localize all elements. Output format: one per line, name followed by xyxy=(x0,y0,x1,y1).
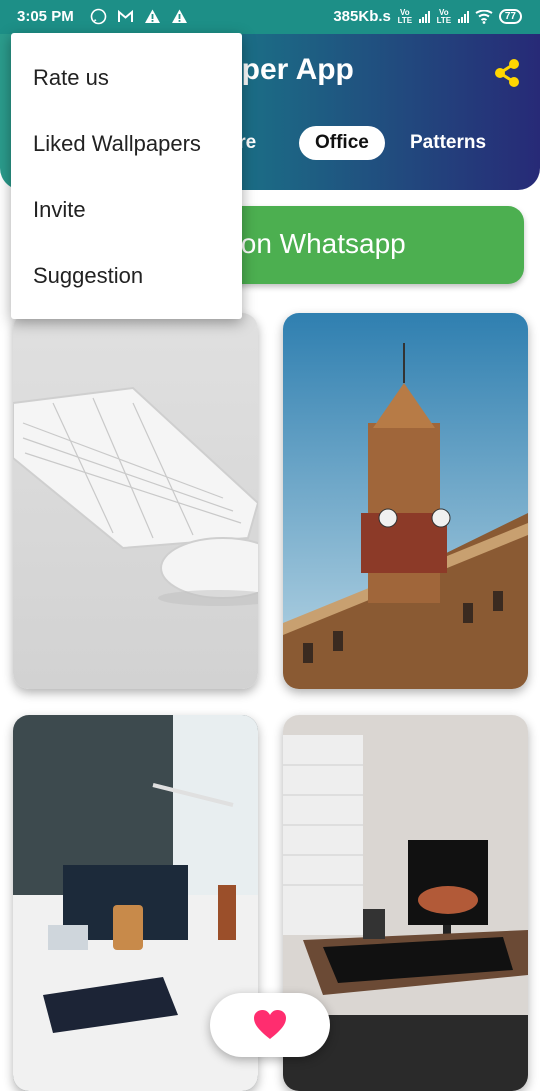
warning-icon xyxy=(145,9,160,23)
menu-item-liked-wallpapers[interactable]: Liked Wallpapers xyxy=(33,131,201,157)
wallpaper-card[interactable] xyxy=(13,313,258,689)
battery-icon: 77 xyxy=(498,9,522,24)
wallpaper-clocktower-image xyxy=(283,313,528,689)
system-icons: 385Kb.s Vo LTE Vo LTE 77 xyxy=(333,8,522,25)
menu-item-rate-us[interactable]: Rate us xyxy=(33,65,109,91)
heart-icon xyxy=(254,1010,286,1039)
favorites-button[interactable] xyxy=(210,993,330,1057)
whatsapp-icon xyxy=(90,8,107,25)
wallpaper-keyboard-image xyxy=(13,313,258,689)
menu-item-invite[interactable]: Invite xyxy=(33,197,86,223)
status-bar: 3:05 PM 385Kb.s Vo LTE Vo LTE 77 xyxy=(0,0,540,34)
tab-office[interactable]: Office xyxy=(299,126,385,160)
menu-item-suggestion[interactable]: Suggestion xyxy=(33,263,143,289)
wallpaper-card[interactable] xyxy=(283,313,528,689)
warning-icon xyxy=(172,9,187,23)
volte-label: Vo LTE xyxy=(397,7,413,25)
notification-icons xyxy=(90,8,188,25)
signal-icon-2 xyxy=(457,10,469,23)
share-icon[interactable] xyxy=(492,58,522,88)
overflow-menu: Rate us Liked Wallpapers Invite Suggesti… xyxy=(11,33,242,319)
gmail-icon xyxy=(118,9,133,22)
tab-patterns[interactable]: Patterns xyxy=(394,126,502,160)
network-speed: 385Kb.s xyxy=(333,8,391,25)
status-time: 3:05 PM xyxy=(17,8,74,25)
wifi-icon xyxy=(475,9,493,24)
signal-icon xyxy=(418,10,430,23)
volte-label-2: Vo LTE xyxy=(436,7,452,25)
